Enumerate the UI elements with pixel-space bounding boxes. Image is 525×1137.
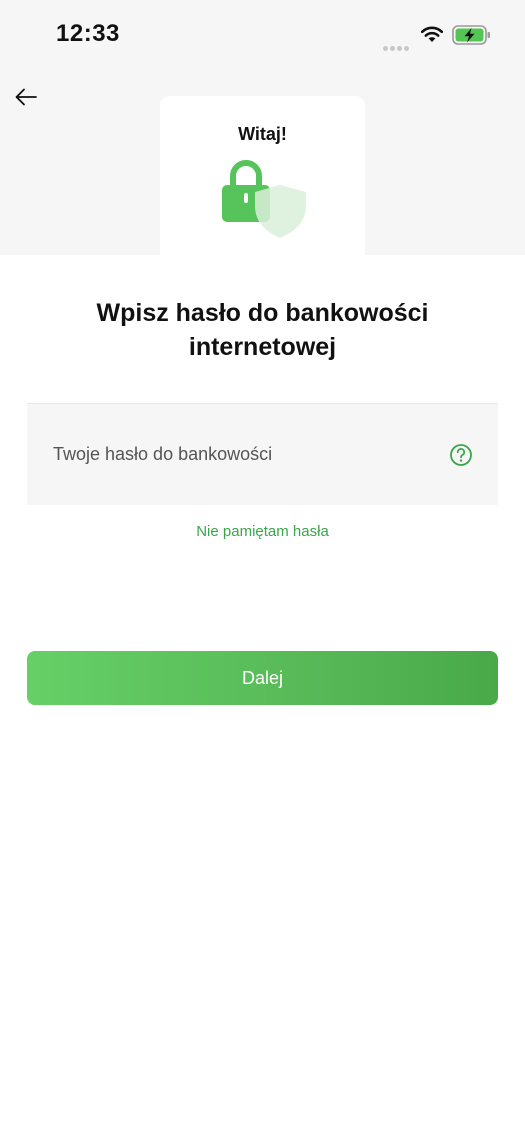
forgot-password-link[interactable]: Nie pamiętam hasła — [0, 523, 525, 540]
password-input[interactable] — [53, 404, 433, 504]
signal-dots-icon — [383, 38, 411, 56]
lock-shield-icon — [222, 160, 308, 245]
welcome-title: Witaj! — [238, 124, 287, 144]
header-area: 12:33 Witaj! — [0, 0, 525, 266]
status-time: 12:33 — [56, 20, 120, 47]
back-button[interactable] — [12, 84, 40, 110]
welcome-card: Witaj! — [160, 96, 365, 266]
password-field[interactable] — [27, 403, 498, 505]
question-circle-icon[interactable] — [449, 443, 473, 472]
battery-charging-icon — [452, 24, 492, 51]
status-bar: 12:33 — [0, 0, 525, 70]
page-title: Wpisz hasło do bankowości internetowej — [96, 299, 429, 361]
arrow-left-icon — [15, 88, 37, 106]
wifi-icon — [420, 25, 444, 48]
next-button[interactable]: Dalej — [27, 651, 498, 705]
